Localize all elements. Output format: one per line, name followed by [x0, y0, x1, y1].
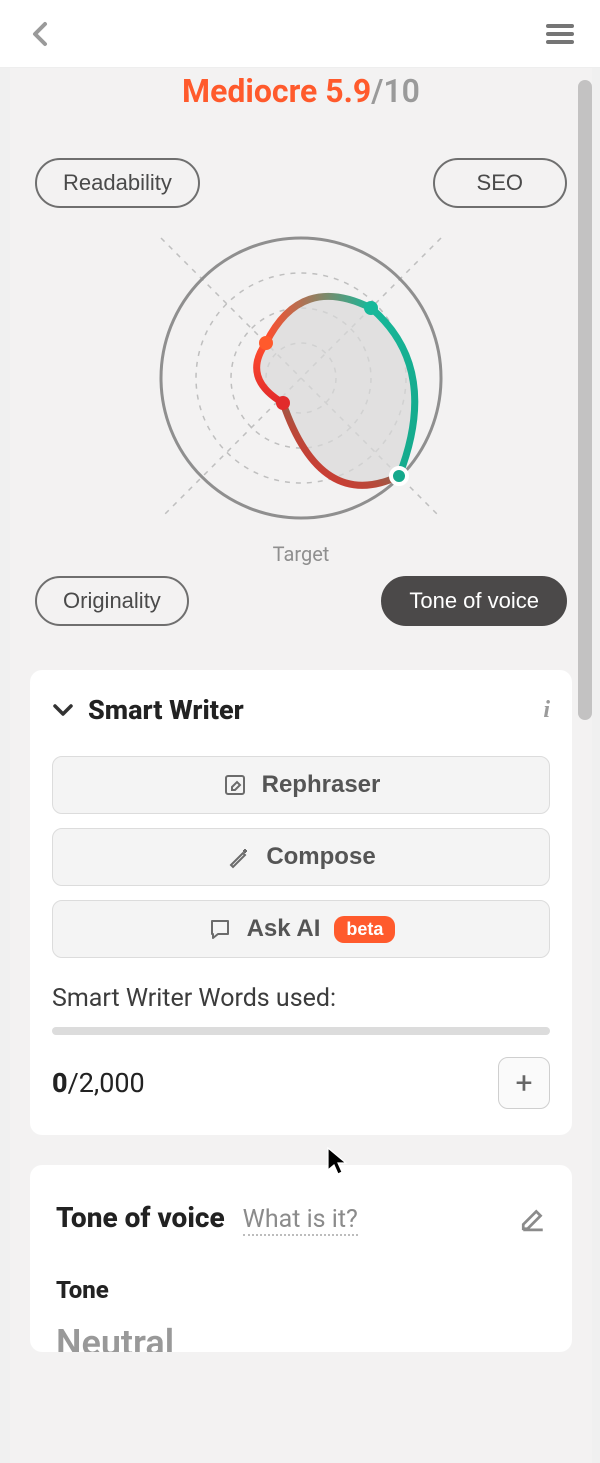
axis-tags-top: Readability SEO [35, 158, 567, 208]
chevron-down-icon[interactable] [52, 703, 74, 717]
wand-icon [226, 844, 252, 870]
axis-tags-bottom: Originality Tone of voice [35, 576, 567, 626]
edit-icon [222, 772, 248, 798]
axis-originality[interactable]: Originality [35, 576, 189, 626]
edit-tone-icon[interactable] [520, 1206, 546, 1232]
score-label: Mediocre [182, 72, 317, 110]
score-line: Mediocre 5.9/10 [30, 68, 572, 110]
radar-chart: Target [30, 218, 572, 566]
compose-label: Compose [266, 843, 375, 871]
beta-badge: beta [334, 916, 395, 943]
usage-current: 0 [52, 1067, 68, 1099]
usage-value: 0/2,000 [52, 1067, 145, 1099]
tone-section: Tone of voice What is it? Tone Neutral [30, 1165, 572, 1352]
usage-bar [52, 1027, 550, 1035]
smart-writer-header: Smart Writer i [52, 694, 550, 726]
hamburger-icon[interactable] [540, 14, 580, 54]
rephraser-label: Rephraser [262, 771, 381, 799]
axis-seo[interactable]: SEO [433, 158, 567, 208]
back-icon[interactable] [20, 14, 60, 54]
tone-section-title: Tone of voice [56, 1201, 225, 1234]
usage-max: /2,000 [68, 1067, 145, 1099]
ask-ai-button[interactable]: Ask AI beta [52, 900, 550, 958]
what-is-it-link[interactable]: What is it? [243, 1205, 358, 1236]
smart-writer-card: Smart Writer i Rephraser Compose [30, 670, 572, 1135]
tone-value: Neutral [56, 1322, 546, 1352]
scrollbar-thumb[interactable] [578, 80, 592, 720]
score-value: 5.9 [325, 72, 371, 110]
info-icon[interactable]: i [543, 697, 550, 724]
topbar [0, 0, 600, 68]
ask-ai-label: Ask AI [247, 915, 321, 943]
smart-writer-title: Smart Writer [88, 694, 244, 726]
score-denom: /10 [371, 72, 420, 110]
tone-label: Tone [56, 1276, 546, 1304]
compose-button[interactable]: Compose [52, 828, 550, 886]
axis-tone-of-voice[interactable]: Tone of voice [381, 576, 567, 626]
axis-readability[interactable]: Readability [35, 158, 200, 208]
rephraser-button[interactable]: Rephraser [52, 756, 550, 814]
main-area: Mediocre 5.9/10 Readability SEO [0, 68, 600, 1463]
analysis-panel: Mediocre 5.9/10 Readability SEO [10, 68, 592, 1463]
chat-icon [207, 916, 233, 942]
usage-label: Smart Writer Words used: [52, 984, 550, 1013]
target-label: Target [273, 542, 330, 566]
add-words-button[interactable]: + [498, 1057, 550, 1109]
